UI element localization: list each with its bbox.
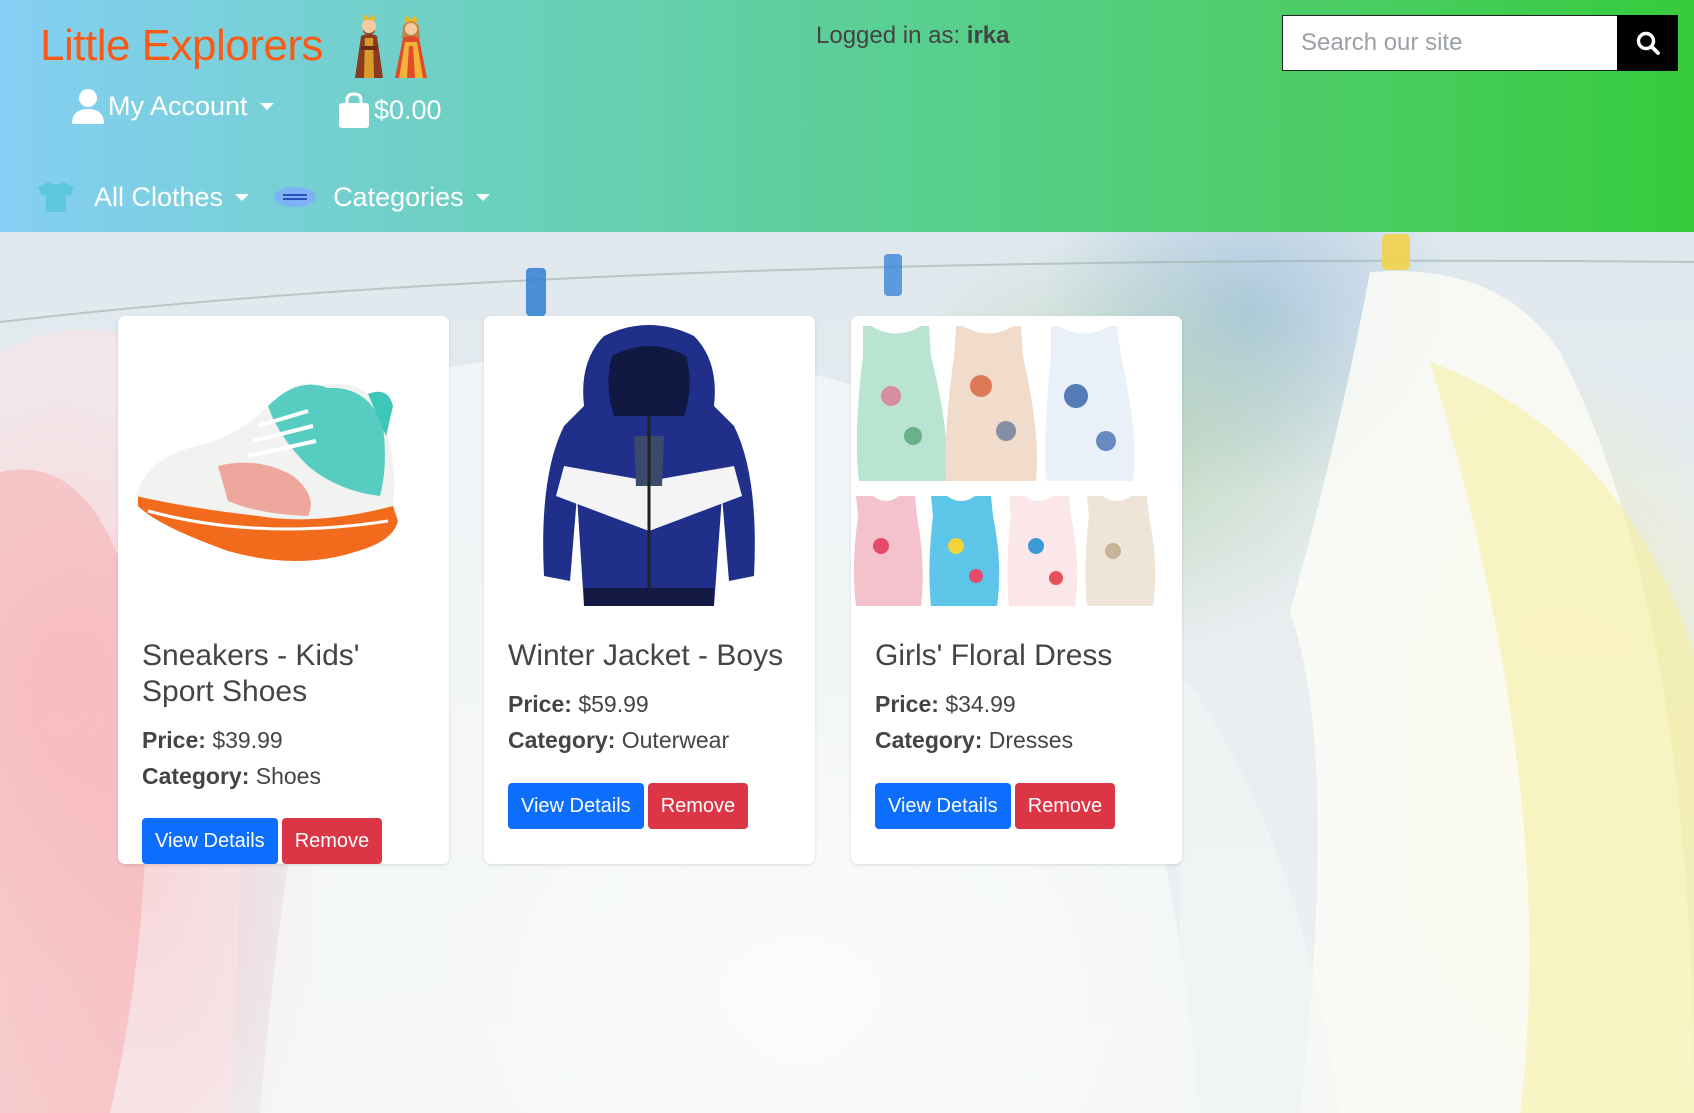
remove-button[interactable]: Remove [281, 818, 383, 864]
login-status: Logged in as: irka [816, 22, 1010, 50]
my-account-dropdown[interactable]: My Account [72, 88, 274, 124]
product-price: Price: $34.99 [875, 691, 1016, 718]
search-icon [1636, 31, 1660, 55]
product-category: Category: Outerwear [508, 727, 729, 754]
category-nav: All Clothes Categories [34, 180, 514, 214]
sneaker-image [136, 383, 398, 561]
logged-in-label: Logged in as: [816, 22, 967, 49]
price-value: $34.99 [945, 691, 1016, 717]
cart-total: $0.00 [374, 94, 442, 125]
remove-button[interactable]: Remove [647, 783, 749, 829]
chevron-down-icon [235, 193, 250, 201]
search-bar [1282, 15, 1678, 71]
price-label: Price: [508, 691, 572, 717]
view-details-button[interactable]: View Details [875, 783, 1011, 829]
card-actions: View Details Remove [875, 783, 1119, 829]
jacket-image [543, 325, 755, 606]
remove-button[interactable]: Remove [1014, 783, 1116, 829]
brand-name[interactable]: Little Explorers [40, 21, 324, 71]
brand[interactable]: Little Explorers [40, 12, 441, 80]
card-actions: View Details Remove [142, 818, 386, 864]
category-value: Dresses [988, 727, 1074, 753]
cart-link[interactable]: $0.00 [338, 92, 442, 128]
categories-dropdown[interactable]: Categories [333, 182, 490, 213]
price-value: $59.99 [578, 691, 649, 717]
search-button[interactable] [1617, 15, 1678, 71]
dresses-image [853, 326, 1156, 606]
account-nav: My Account [72, 88, 274, 124]
product-title[interactable]: Girls' Floral Dress [875, 638, 1165, 674]
product-category: Category: Dresses [875, 727, 1073, 754]
product-title[interactable]: Winter Jacket - Boys [508, 638, 798, 674]
category-label: Category: [508, 727, 616, 753]
tshirt-icon [38, 182, 74, 212]
category-value: Shoes [255, 763, 321, 789]
product-category: Category: Shoes [142, 763, 321, 790]
product-card: Girls' Floral Dress Price: $34.99 Catego… [851, 316, 1182, 864]
price-label: Price: [875, 691, 939, 717]
my-account-label: My Account [108, 90, 248, 121]
price-value: $39.99 [212, 727, 283, 753]
username: irka [966, 22, 1010, 49]
category-value: Outerwear [621, 727, 730, 753]
product-title[interactable]: Sneakers - Kids' Sport Shoes [142, 638, 432, 710]
price-label: Price: [142, 727, 206, 753]
card-actions: View Details Remove [508, 783, 752, 829]
categories-icon [274, 187, 317, 207]
search-input[interactable] [1282, 15, 1617, 71]
site-header: Little Explorers Logged in as: irka Sear… [0, 0, 1694, 232]
view-details-button[interactable]: View Details [142, 818, 278, 864]
product-price: Price: $59.99 [508, 691, 649, 718]
view-details-button[interactable]: View Details [508, 783, 644, 829]
chevron-down-icon [259, 102, 274, 110]
chevron-down-icon [475, 193, 490, 201]
royal-couple-icon [355, 14, 428, 78]
all-clothes-label: All Clothes [94, 181, 224, 212]
category-label: Category: [875, 727, 983, 753]
user-icon [72, 89, 104, 124]
categories-label: Categories [333, 181, 464, 212]
product-card: Sneakers - Kids' Sport Shoes Price: $39.… [118, 316, 449, 864]
product-price: Price: $39.99 [142, 727, 283, 754]
all-clothes-dropdown[interactable]: All Clothes [94, 181, 250, 213]
product-card: Winter Jacket - Boys Price: $59.99 Categ… [484, 316, 815, 864]
shopping-bag-icon [339, 92, 369, 128]
category-label: Category: [142, 763, 250, 789]
